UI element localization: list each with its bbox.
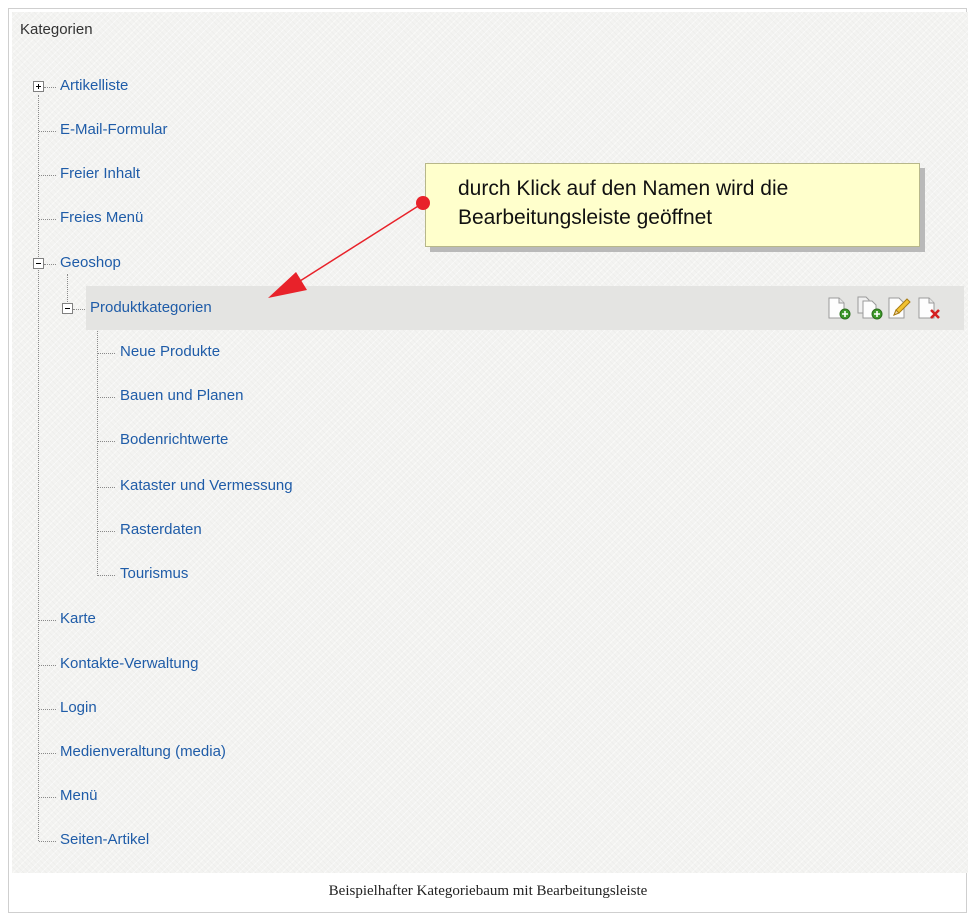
tree-item-login[interactable]: Login [60,699,97,716]
tree-item-seiten-artikel[interactable]: Seiten-Artikel [60,831,149,848]
tree-item-rasterdaten[interactable]: Rasterdaten [120,521,202,538]
tree-connector [98,353,115,355]
tree-connector [98,531,115,533]
tree-connector [44,87,56,89]
tree-item-freies-menu[interactable]: Freies Menü [60,209,143,226]
tree-connector [98,487,115,489]
tree-item-e-mail-formular[interactable]: E-Mail-Formular [60,121,168,138]
tree-line-produktkategorien [97,318,99,576]
tree-connector [39,620,56,622]
tree-connector [39,219,56,221]
figure-caption: Beispielhafter Kategoriebaum mit Bearbei… [328,883,648,899]
annotation-callout: durch Klick auf den Namen wird die Bearb… [425,163,920,247]
tree-connector [39,131,56,133]
tree-connector [73,309,85,311]
tree-item-geoshop[interactable]: Geoshop [60,254,121,271]
tree-item-tourismus[interactable]: Tourismus [120,565,188,582]
tree-connector [39,841,56,843]
tree-connector [39,797,56,799]
tree-item-neue-produkte[interactable]: Neue Produkte [120,343,220,360]
tree-heading: Kategorien [20,21,93,38]
new-page-icon[interactable] [826,296,855,320]
tree-connector [98,575,115,577]
tree-item-menu[interactable]: Menü [60,787,98,804]
collapse-minus-icon[interactable] [62,303,73,314]
tree-connector [39,665,56,667]
tree-connector [98,441,115,443]
callout-line-1: durch Klick auf den Namen wird die [458,177,789,200]
tree-item-medienveraltung[interactable]: Medienveraltung (media) [60,743,226,760]
delete-page-icon[interactable] [916,296,945,320]
tree-item-bauen-und-planen[interactable]: Bauen und Planen [120,387,243,404]
tree-item-produktkategorien[interactable]: Produktkategorien [90,299,212,316]
tree-line-root [38,95,40,841]
tree-item-freier-inhalt[interactable]: Freier Inhalt [60,165,140,182]
collapse-minus-icon[interactable] [33,258,44,269]
tree-connector [44,264,56,266]
callout-line-2: Bearbeitungsleiste geöffnet [458,206,713,229]
copy-page-icon[interactable] [856,296,885,320]
tree-line-geoshop [67,274,69,304]
tree-connector [39,175,56,177]
tree-connector [98,397,115,399]
tree-connector [39,753,56,755]
edit-pencil-icon[interactable] [886,296,915,320]
edit-toolbar [826,296,945,320]
tree-item-kontakte-verwaltung[interactable]: Kontakte-Verwaltung [60,655,198,672]
tree-connector [39,709,56,711]
expand-plus-icon[interactable] [33,81,44,92]
tree-item-karte[interactable]: Karte [60,610,96,627]
tree-item-bodenrichtwerte[interactable]: Bodenrichtwerte [120,431,228,448]
tree-item-artikelliste[interactable]: Artikelliste [60,77,128,94]
tree-item-kataster-und-vermessung[interactable]: Kataster und Vermessung [120,477,293,494]
